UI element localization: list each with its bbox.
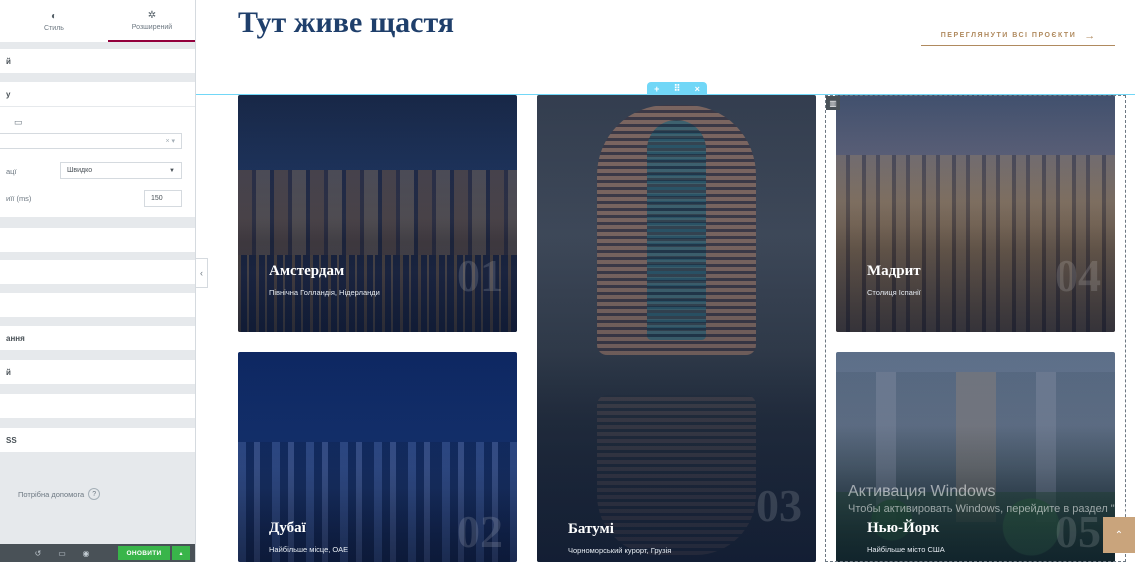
panel-section-5[interactable] <box>0 293 195 317</box>
animation-duration-select[interactable]: Швидко ▼ <box>60 162 182 179</box>
back-to-top-button[interactable]: ⌃ <box>1103 517 1135 553</box>
panel-section-4[interactable] <box>0 260 195 284</box>
panel-section-8[interactable] <box>0 394 195 418</box>
animation-delay-value: 150 <box>151 195 163 202</box>
panel-section-7[interactable]: й <box>0 360 195 384</box>
chevron-left-icon: ‹ <box>200 268 203 278</box>
card-number: 02 <box>457 506 503 557</box>
desktop-icon: ▭ <box>14 117 23 127</box>
entrance-animation-select[interactable]: × ▾ <box>0 133 182 149</box>
preview-eye-icon[interactable]: ◉ <box>74 549 98 558</box>
tab-style-label: Стиль <box>44 24 64 32</box>
card-title: Дубаї <box>269 520 306 536</box>
card-title: Мадрит <box>867 263 921 279</box>
panel-tabs: ◐ Стиль ✲ Розширений <box>0 0 195 42</box>
responsive-icon[interactable]: ▭ <box>50 549 74 558</box>
help-link[interactable]: Потрібна допомога ? <box>18 488 101 500</box>
column-handle-icon[interactable]: ▥ <box>826 96 840 110</box>
view-all-label: ПЕРЕГЛЯНУТИ ВСІ ПРОЄКТИ <box>940 32 1077 39</box>
history-icon[interactable]: ↺ <box>26 549 50 558</box>
section-label: й <box>6 367 11 377</box>
card-subtitle: Найбільше місто США <box>867 545 945 554</box>
panel-section-1[interactable]: й <box>0 49 195 73</box>
card-number: 04 <box>1055 250 1101 301</box>
update-button[interactable]: ОНОВИТИ <box>118 546 170 560</box>
delay-label: иїї (ms) <box>6 194 32 203</box>
panel-section-2[interactable]: у <box>0 82 195 106</box>
page-title: Тут живе щастя <box>238 6 455 39</box>
chevron-up-icon: ⌃ <box>1114 529 1124 541</box>
drag-handle-icon[interactable]: ⠿ <box>674 83 681 94</box>
project-card-new-york[interactable]: 05 Нью-Йорк Найбільше місто США <box>836 352 1115 562</box>
panel-section-6[interactable]: ання <box>0 326 195 350</box>
add-section-icon[interactable]: + <box>654 84 659 94</box>
card-number: 01 <box>457 250 503 301</box>
card-title: Батумі <box>568 521 614 537</box>
section-label: ання <box>6 333 25 343</box>
project-card-madrid[interactable]: 04 Мадрит Столиця Іспанії <box>836 95 1115 332</box>
gear-icon: ✲ <box>147 9 157 21</box>
editor-panel: ◐ Стиль ✲ Розширений й у ▭ ацї иїї (ms) … <box>0 0 196 562</box>
card-title: Амстердам <box>269 263 345 279</box>
panel-footer: ↺ ▭ ◉ ОНОВИТИ ▴ <box>0 544 195 562</box>
card-subtitle: Північна Голландія, Нідерланди <box>269 288 380 297</box>
project-card-batumi[interactable]: 03 Батумі Чорноморський курорт, Грузія <box>537 95 816 562</box>
project-card-dubai[interactable]: 02 Дубаї Найбільше місце, ОАЕ <box>238 352 517 562</box>
panel-collapse-button[interactable]: ‹ <box>196 258 208 288</box>
tab-advanced[interactable]: ✲ Розширений <box>108 0 195 42</box>
tab-advanced-label: Розширений <box>131 23 173 31</box>
card-subtitle: Столиця Іспанії <box>867 288 921 297</box>
project-card-amsterdam[interactable]: 01 Амстердам Північна Голландія, Нідерла… <box>238 95 517 332</box>
card-subtitle: Чорноморський курорт, Грузія <box>568 546 672 555</box>
help-label: Потрібна допомога <box>18 489 85 499</box>
tab-style[interactable]: ◐ Стиль <box>10 0 98 42</box>
panel-section-css[interactable]: SS <box>0 428 195 452</box>
section-handle[interactable]: + ⠿ × <box>647 82 707 95</box>
arrow-right-icon: → <box>1084 29 1096 42</box>
card-title: Нью-Йорк <box>867 520 940 536</box>
view-all-projects-link[interactable]: ПЕРЕГЛЯНУТИ ВСІ ПРОЄКТИ → <box>921 26 1115 46</box>
contrast-icon: ◐ <box>50 10 58 22</box>
card-number: 03 <box>756 480 802 531</box>
section-label: у <box>6 89 11 99</box>
animation-label: ацї <box>6 167 17 176</box>
help-icon: ? <box>88 488 101 500</box>
card-subtitle: Найбільше місце, ОАЕ <box>269 545 349 554</box>
animation-delay-input[interactable]: 150 <box>144 190 182 207</box>
section-label: й <box>6 56 11 66</box>
section-label: SS <box>6 435 17 445</box>
panel-section-3[interactable] <box>0 228 195 252</box>
field-clear: × ▾ <box>165 138 175 145</box>
card-number: 05 <box>1055 506 1101 557</box>
chevron-down-icon: ▼ <box>169 167 175 174</box>
animation-duration-value: Швидко <box>67 167 93 174</box>
update-options-button[interactable]: ▴ <box>172 546 190 560</box>
delete-section-icon[interactable]: × <box>695 84 700 94</box>
